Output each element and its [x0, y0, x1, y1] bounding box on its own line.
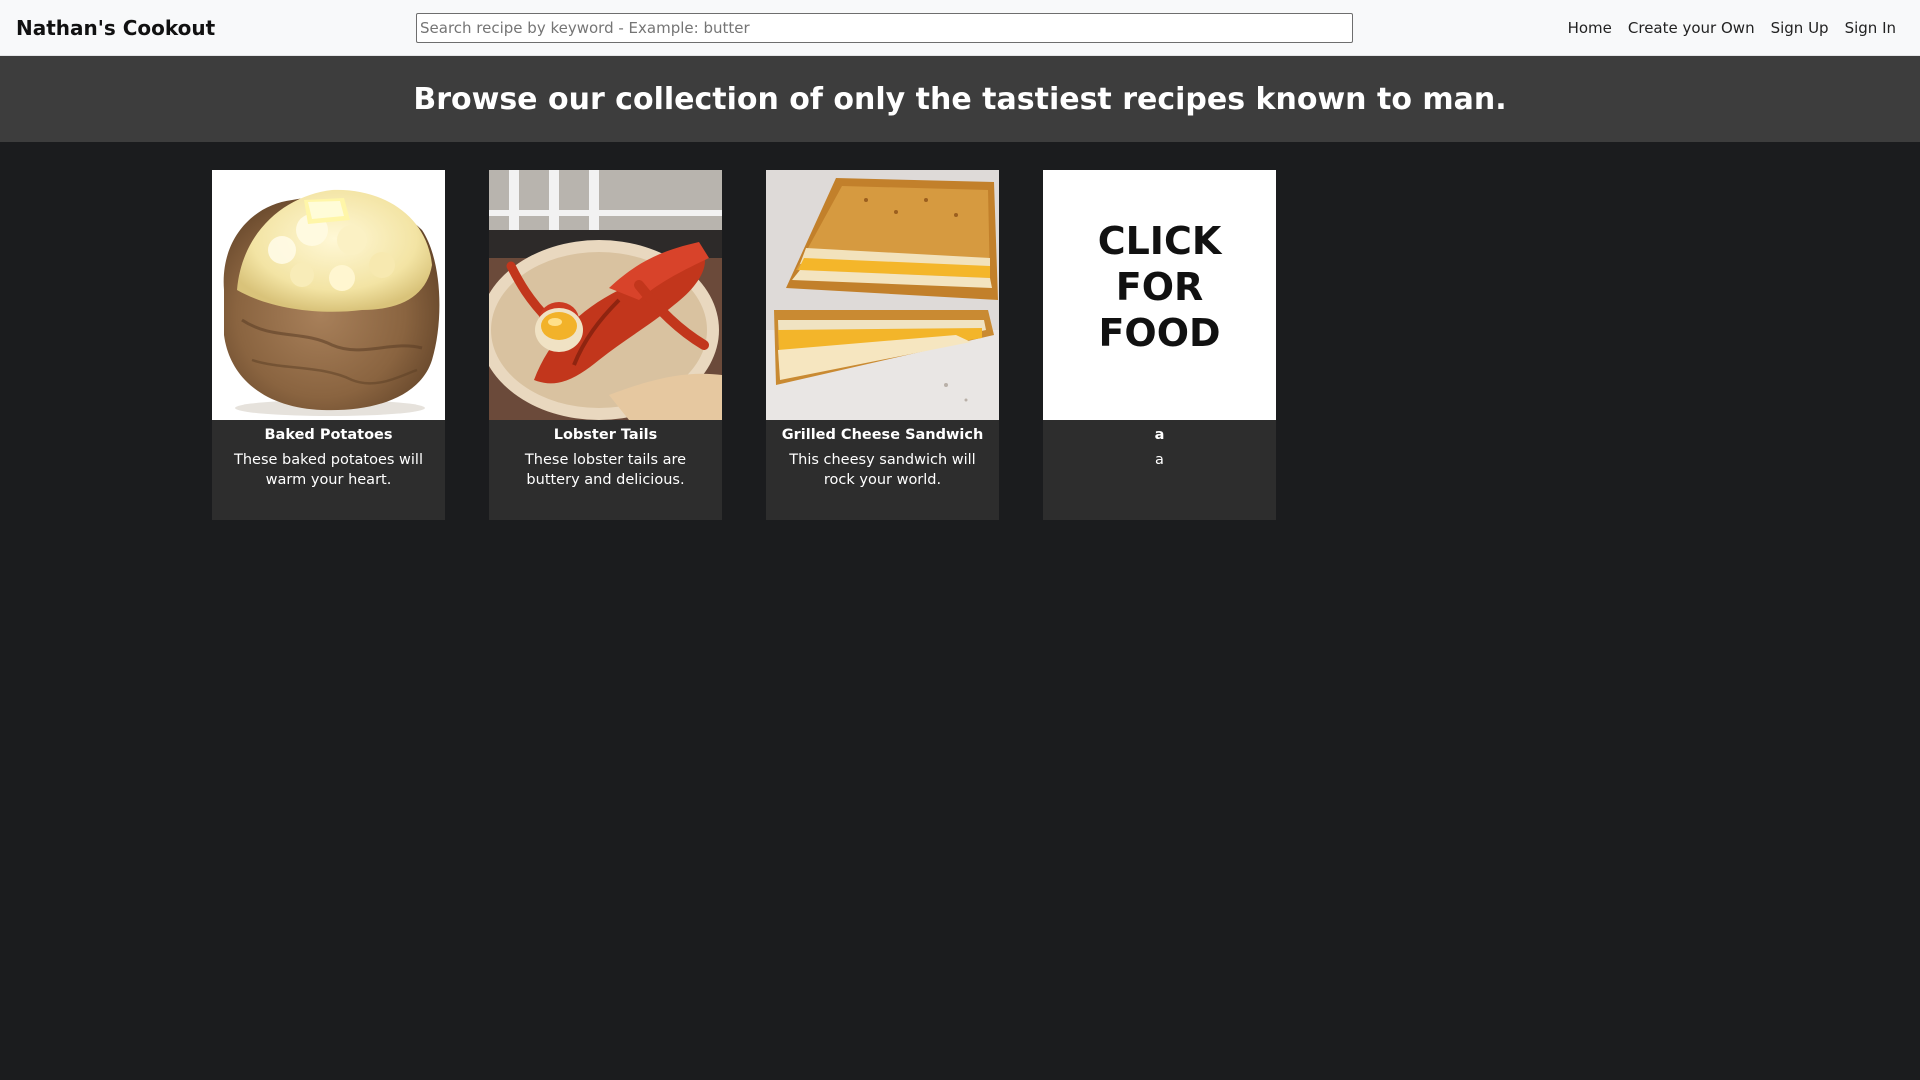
click-for-food-text: CLICK FOR FOOD — [1097, 219, 1222, 355]
nav-link-home[interactable]: Home — [1568, 19, 1612, 37]
nav-link-sign-up[interactable]: Sign Up — [1771, 19, 1829, 37]
recipe-description: These lobster tails are buttery and deli… — [524, 452, 687, 488]
lobster-image[interactable] — [489, 170, 722, 420]
search-input[interactable] — [416, 13, 1353, 43]
recipe-title[interactable]: Baked Potatoes — [212, 426, 445, 444]
page-title: Browse our collection of only the tastie… — [413, 81, 1507, 117]
recipe-card-lobster-tails[interactable]: Lobster Tails These lobster tails are bu… — [489, 170, 722, 520]
recipe-title[interactable]: Lobster Tails — [489, 426, 722, 444]
brand-logo[interactable]: Nathan's Cookout — [16, 0, 215, 56]
grilled-cheese-image[interactable] — [766, 170, 999, 420]
click-for-food-image[interactable]: CLICK FOR FOOD — [1043, 170, 1276, 420]
recipe-description: These baked potatoes will warm your hear… — [234, 452, 423, 488]
recipe-card-baked-potatoes[interactable]: Baked Potatoes These baked potatoes will… — [212, 170, 445, 520]
recipe-description: This cheesy sandwich will rock your worl… — [789, 452, 976, 488]
nav-link-create-your-own[interactable]: Create your Own — [1628, 19, 1755, 37]
recipe-card-grilled-cheese-sandwich[interactable]: Grilled Cheese Sandwich This cheesy sand… — [766, 170, 999, 520]
recipe-description: a — [1155, 452, 1164, 468]
recipe-card-a[interactable]: CLICK FOR FOOD a a — [1043, 170, 1276, 520]
hero-banner: Browse our collection of only the tastie… — [0, 56, 1920, 142]
nav-link-sign-in[interactable]: Sign In — [1845, 19, 1896, 37]
recipe-card-list: Baked Potatoes These baked potatoes will… — [212, 170, 1276, 520]
nav-links: Home Create your Own Sign Up Sign In — [1568, 0, 1896, 56]
recipe-title[interactable]: a — [1043, 426, 1276, 444]
top-navbar: Nathan's Cookout Home Create your Own Si… — [0, 0, 1920, 56]
baked-potato-image[interactable] — [212, 170, 445, 420]
recipe-title[interactable]: Grilled Cheese Sandwich — [766, 426, 999, 444]
